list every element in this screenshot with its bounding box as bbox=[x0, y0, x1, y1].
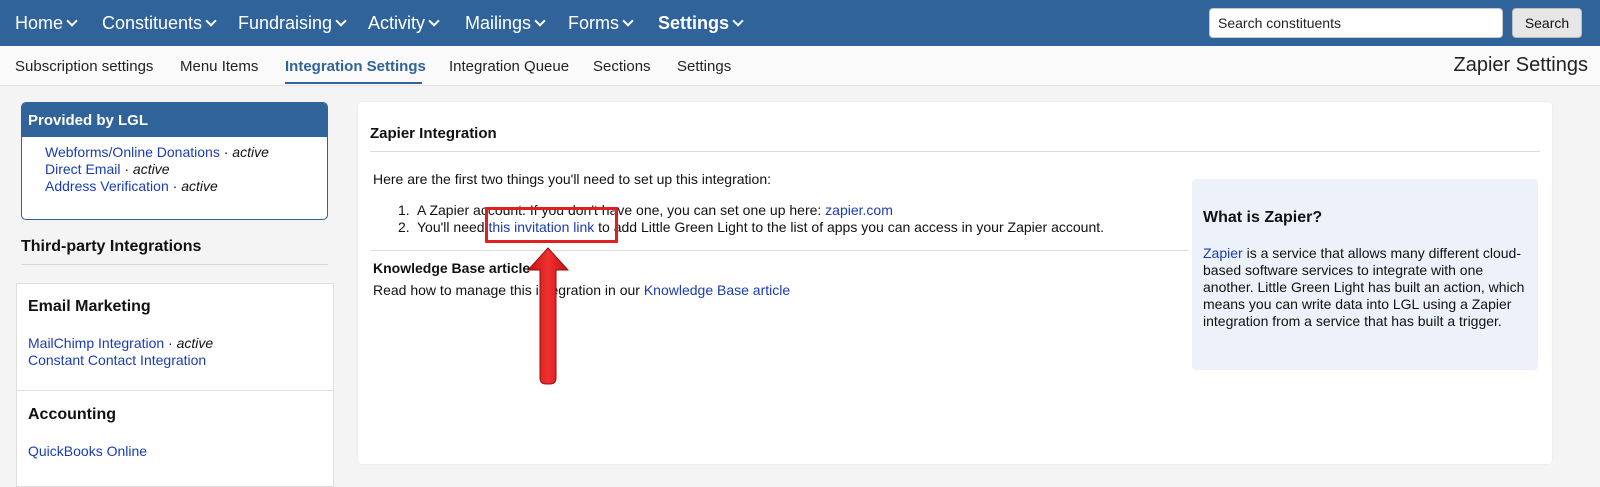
list-item: Address Verification · active bbox=[45, 178, 218, 194]
tab-integration-settings[interactable]: Integration Settings bbox=[285, 58, 426, 75]
box-title: What is Zapier? bbox=[1203, 209, 1323, 226]
status-label: active bbox=[176, 335, 214, 351]
constant-contact-link[interactable]: Constant Contact Integration bbox=[28, 352, 206, 368]
status-label: active bbox=[232, 144, 269, 160]
page-title: Zapier Settings bbox=[1453, 54, 1588, 76]
nav-home[interactable]: Home bbox=[15, 0, 78, 46]
what-is-zapier-box: What is Zapier? Zapier is a service that… bbox=[1192, 179, 1538, 370]
list-item: MailChimp Integration · active bbox=[28, 335, 214, 351]
chevron-down-icon bbox=[534, 15, 546, 27]
chevron-down-icon bbox=[428, 15, 440, 27]
divider bbox=[370, 250, 1188, 251]
chevron-down-icon bbox=[622, 15, 634, 27]
tab-subscription-settings[interactable]: Subscription settings bbox=[15, 58, 153, 75]
card-items: MailChimp Integration · active Constant … bbox=[28, 335, 213, 369]
list-item: Direct Email · active bbox=[45, 161, 170, 177]
nav-mailings[interactable]: Mailings bbox=[465, 0, 546, 46]
nav-activity[interactable]: Activity bbox=[368, 0, 440, 46]
webforms-link[interactable]: Webforms/Online Donations bbox=[45, 144, 220, 160]
nav-settings[interactable]: Settings bbox=[658, 0, 744, 46]
search-input[interactable] bbox=[1209, 8, 1503, 38]
chevron-down-icon bbox=[66, 15, 78, 27]
search-button[interactable]: Search bbox=[1512, 8, 1582, 38]
kb-text: Read how to manage this integration in o… bbox=[373, 282, 791, 298]
zapier-link[interactable]: Zapier bbox=[1203, 245, 1243, 261]
address-verification-link[interactable]: Address Verification bbox=[45, 178, 169, 194]
nav-forms[interactable]: Forms bbox=[568, 0, 634, 46]
search-area: Search bbox=[1209, 8, 1582, 38]
chevron-down-icon bbox=[205, 15, 217, 27]
email-marketing-card: Email Marketing MailChimp Integration · … bbox=[16, 283, 334, 391]
panel-header: Provided by LGL bbox=[22, 103, 327, 137]
active-tab-underline bbox=[285, 82, 422, 84]
list-item: Constant Contact Integration bbox=[28, 352, 213, 369]
list-item: Webforms/Online Donations · active bbox=[45, 144, 269, 160]
tab-settings[interactable]: Settings bbox=[677, 58, 731, 75]
kb-title: Knowledge Base article bbox=[373, 260, 531, 276]
provided-by-lgl-panel: Provided by LGL Webforms/Online Donation… bbox=[21, 102, 328, 220]
nav-fundraising[interactable]: Fundraising bbox=[238, 0, 347, 46]
tab-menu-items[interactable]: Menu Items bbox=[180, 58, 258, 75]
tab-integration-queue[interactable]: Integration Queue bbox=[449, 58, 569, 75]
accounting-card: Accounting QuickBooks Online bbox=[16, 390, 334, 487]
mailchimp-link[interactable]: MailChimp Integration bbox=[28, 335, 164, 351]
nav-constituents[interactable]: Constituents bbox=[102, 0, 217, 46]
quickbooks-link[interactable]: QuickBooks Online bbox=[28, 443, 147, 459]
intro-text: Here are the first two things you'll nee… bbox=[373, 171, 772, 187]
card-items: QuickBooks Online bbox=[28, 443, 147, 460]
divider bbox=[370, 151, 1540, 152]
zapier-com-link[interactable]: zapier.com bbox=[825, 202, 893, 218]
direct-email-link[interactable]: Direct Email bbox=[45, 161, 120, 177]
settings-subnav: Subscription settings Menu Items Integra… bbox=[0, 46, 1600, 86]
card-title: Email Marketing bbox=[28, 298, 151, 315]
annotation-arrow-icon bbox=[526, 247, 570, 385]
provided-list: Webforms/Online Donations · active Direc… bbox=[22, 137, 327, 195]
panel-title: Zapier Integration bbox=[370, 125, 497, 142]
status-label: active bbox=[181, 178, 218, 194]
section-title: Third-party Integrations bbox=[21, 238, 202, 255]
top-navbar: Home Constituents Fundraising Activity M… bbox=[0, 0, 1600, 46]
tab-sections[interactable]: Sections bbox=[593, 58, 651, 75]
card-title: Accounting bbox=[28, 406, 116, 423]
knowledge-base-link[interactable]: Knowledge Base article bbox=[644, 282, 790, 298]
status-label: active bbox=[132, 161, 170, 177]
box-text: Zapier is a service that allows many dif… bbox=[1203, 245, 1525, 329]
chevron-down-icon bbox=[335, 15, 347, 27]
divider bbox=[21, 264, 328, 265]
list-item: QuickBooks Online bbox=[28, 443, 147, 460]
chevron-down-icon bbox=[732, 15, 744, 27]
